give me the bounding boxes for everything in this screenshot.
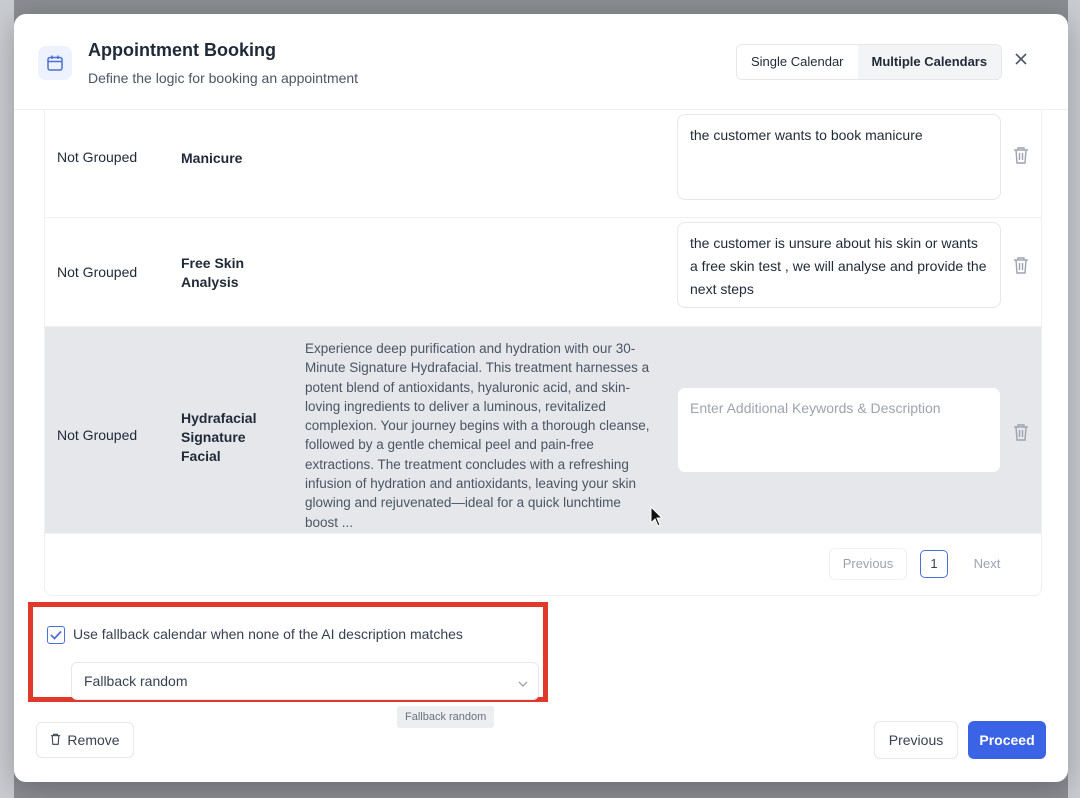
keywords-textarea[interactable]: the customer wants to book manicure xyxy=(677,114,1001,200)
remove-button[interactable]: Remove xyxy=(36,722,134,758)
calendar-description: Experience deep purification and hydrati… xyxy=(305,341,650,530)
trash-icon[interactable] xyxy=(1013,146,1029,164)
remove-button-label: Remove xyxy=(67,732,120,748)
background-page xyxy=(0,0,14,798)
group-cell: Not Grouped xyxy=(57,264,138,280)
modal-subtitle: Define the logic for booking an appointm… xyxy=(88,70,359,86)
pagination-next-button[interactable]: Next xyxy=(959,548,1015,580)
fallback-calendar-select[interactable]: Fallback random xyxy=(71,662,539,700)
fallback-checkbox[interactable] xyxy=(47,626,65,644)
trash-icon[interactable] xyxy=(1013,423,1029,441)
mouse-cursor-icon xyxy=(650,505,664,533)
fallback-section-highlight: Use fallback calendar when none of the A… xyxy=(28,602,548,702)
pagination-previous-button[interactable]: Previous xyxy=(829,548,907,580)
chevron-down-icon xyxy=(518,675,528,693)
calendar-mapping-table: Not Grouped Manicure the customer wants … xyxy=(44,110,1042,596)
fallback-select-value: Fallback random xyxy=(84,673,188,689)
table-row: Not Grouped Manicure the customer wants … xyxy=(45,110,1041,218)
calendar-mode-toggle: Single Calendar Multiple Calendars xyxy=(736,44,1003,80)
group-cell: Not Grouped xyxy=(57,149,138,165)
appointment-booking-modal: Appointment Booking Define the logic for… xyxy=(14,14,1068,782)
calendar-name: Manicure xyxy=(181,150,243,166)
multiple-calendars-tab[interactable]: Multiple Calendars xyxy=(857,45,1002,79)
calendar-name: Hydrafacial Signature Facial xyxy=(181,410,257,464)
keywords-textarea[interactable]: Enter Additional Keywords & Description xyxy=(677,387,1001,473)
calendar-name: Free Skin Analysis xyxy=(181,255,245,290)
fallback-tooltip: Fallback random xyxy=(397,706,495,728)
trash-icon[interactable] xyxy=(1013,256,1029,274)
modal-title: Appointment Booking xyxy=(88,40,276,60)
pagination-page-1[interactable]: 1 xyxy=(920,550,948,578)
close-icon[interactable] xyxy=(1012,50,1030,68)
group-cell: Not Grouped xyxy=(57,427,138,443)
pagination: Previous 1 Next xyxy=(45,534,1041,594)
trash-icon xyxy=(50,723,61,757)
single-calendar-tab[interactable]: Single Calendar xyxy=(737,45,858,79)
proceed-button[interactable]: Proceed xyxy=(968,721,1046,759)
previous-button[interactable]: Previous xyxy=(874,721,958,759)
background-page-right xyxy=(1068,0,1080,798)
table-row: Not Grouped Hydrafacial Signature Facial… xyxy=(45,327,1041,534)
table-row: Not Grouped Free Skin Analysis the custo… xyxy=(45,218,1041,327)
modal-header: Appointment Booking Define the logic for… xyxy=(14,14,1068,110)
calendar-icon xyxy=(38,46,72,80)
keywords-textarea[interactable]: the customer is unsure about his skin or… xyxy=(677,222,1001,308)
fallback-checkbox-label: Use fallback calendar when none of the A… xyxy=(73,626,463,642)
